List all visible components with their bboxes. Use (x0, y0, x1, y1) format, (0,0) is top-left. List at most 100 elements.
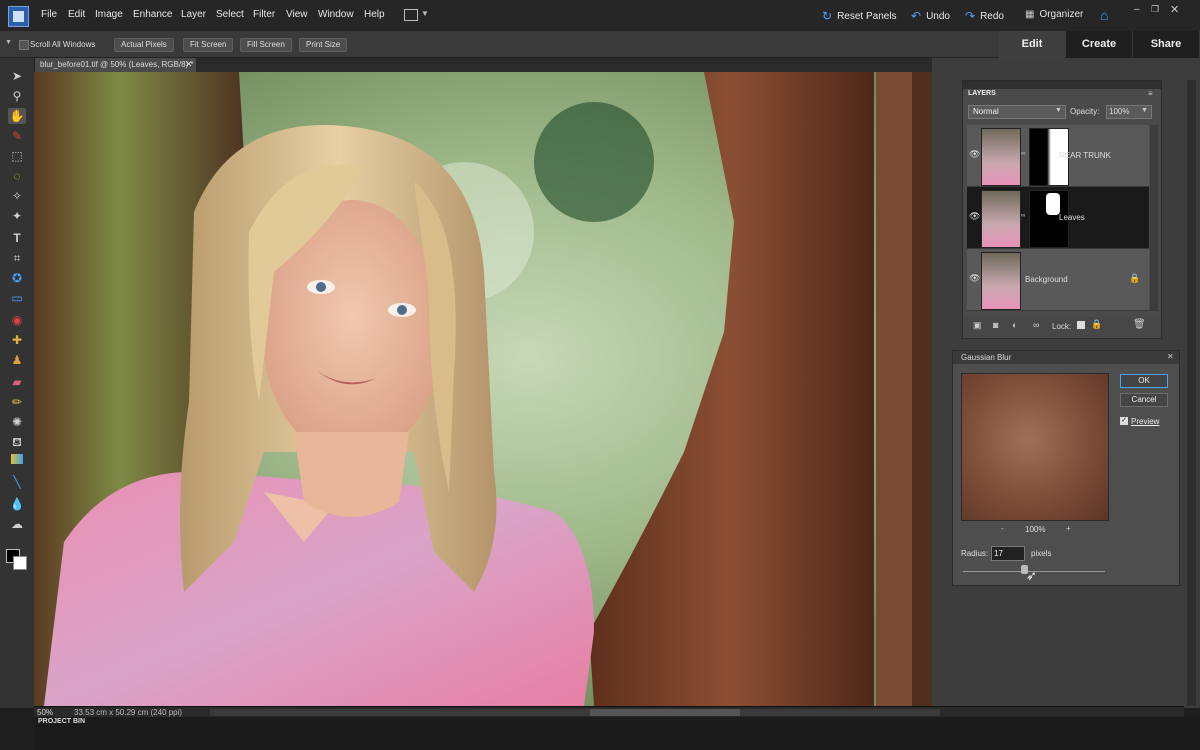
image-canvas[interactable] (34, 72, 932, 706)
fit-screen-button[interactable]: Fit Screen (183, 38, 234, 52)
lock-all-icon[interactable]: 🔒 (1091, 319, 1102, 330)
quick-selection-tool-icon[interactable]: ✦ (8, 208, 26, 224)
layer-row-leaves[interactable]: 👁 ∞ Leaves (967, 187, 1149, 249)
menu-bar: File Edit Image Enhance Layer Select Fil… (0, 0, 1200, 31)
tool-preset-chevron-icon[interactable]: ▼ (5, 39, 12, 46)
menu-filter[interactable]: Filter (253, 9, 275, 20)
menu-help[interactable]: Help (364, 9, 385, 20)
add-mask-icon[interactable]: ◙ (993, 320, 998, 330)
line-tool-icon[interactable]: ╲ (8, 474, 26, 490)
project-bin-label[interactable]: PROJECT BIN (38, 718, 85, 725)
horizontal-scrollbar-thumb[interactable] (590, 709, 740, 716)
scroll-all-windows-checkbox[interactable] (19, 40, 29, 50)
organizer-label: Organizer (1039, 9, 1084, 20)
layers-scrollbar[interactable] (1150, 125, 1158, 311)
sponge-tool-icon[interactable]: ☁ (8, 516, 26, 532)
panel-menu-icon[interactable]: ≡ (1148, 89, 1153, 98)
menu-layer[interactable]: Layer (181, 9, 206, 20)
blend-mode-select[interactable]: Normal ▼ (968, 105, 1066, 119)
menu-view[interactable]: View (286, 9, 308, 20)
redo-icon: ↷ (965, 9, 976, 23)
cookie-cutter-tool-icon[interactable]: ✪ (8, 270, 26, 286)
menu-edit[interactable]: Edit (68, 9, 85, 20)
radius-label: Radius: (961, 549, 989, 558)
lasso-tool-icon[interactable]: ◌ (8, 168, 26, 184)
trash-icon[interactable]: 🗑 (1133, 319, 1146, 330)
magic-wand-tool-icon[interactable]: ✧ (8, 188, 26, 204)
zoom-in-icon[interactable]: + (1066, 524, 1071, 533)
dialog-title: Gaussian Blur (961, 353, 1012, 362)
tab-create[interactable]: Create (1066, 31, 1132, 58)
close-icon[interactable]: ✕ (1167, 352, 1174, 361)
panel-scrollbar[interactable] (1187, 80, 1196, 706)
menu-enhance[interactable]: Enhance (133, 9, 172, 20)
lock-icon: 🔒 (1129, 273, 1141, 283)
gradient-tool-icon[interactable] (11, 454, 23, 464)
hand-tool-icon[interactable]: ✋ (8, 108, 26, 124)
link-layers-icon[interactable]: ∞ (1033, 320, 1039, 330)
tab-edit[interactable]: Edit (999, 31, 1065, 58)
paint-bucket-tool-icon[interactable]: ⛾ (8, 434, 26, 450)
zoom-tool-icon[interactable]: ⚲ (8, 88, 26, 104)
print-size-button[interactable]: Print Size (299, 38, 348, 52)
menu-window[interactable]: Window (318, 9, 354, 20)
horizontal-scrollbar[interactable] (210, 709, 940, 716)
fill-screen-button[interactable]: Fill Screen (240, 38, 292, 52)
document-tab[interactable]: blur_before01.tif @ 50% (Leaves, RGB/8) … (34, 58, 196, 72)
pencil-tool-icon[interactable]: ✏ (8, 394, 26, 410)
layer-thumbnail (981, 190, 1021, 248)
blur-tool-icon[interactable]: 💧 (8, 496, 26, 512)
layer-row-rear-trunk[interactable]: 👁 ∞ REAR TRUNK (967, 125, 1149, 187)
layer-row-background[interactable]: 👁 Background 🔒 (967, 249, 1149, 311)
close-document-icon[interactable]: ✕ (185, 59, 193, 70)
blur-preview[interactable] (961, 373, 1109, 521)
preview-checkbox[interactable]: ✓ (1120, 417, 1128, 425)
marquee-tool-icon[interactable]: ⬚ (8, 148, 26, 164)
visibility-eye-icon[interactable]: 👁 (969, 149, 980, 160)
restore-icon[interactable]: ❐ (1151, 4, 1159, 15)
reset-panels-button[interactable]: ↻ Reset Panels (822, 9, 897, 23)
dialog-titlebar[interactable]: Gaussian Blur ✕ (953, 351, 1179, 364)
preview-zoom: 100% (1025, 525, 1046, 534)
chevron-down-icon: ▼ (1141, 107, 1148, 114)
home-icon[interactable]: ⌂ (1100, 7, 1108, 23)
red-eye-tool-icon[interactable]: ◉ (8, 312, 26, 328)
clone-stamp-tool-icon[interactable]: ♟ (8, 352, 26, 368)
zoom-out-icon[interactable]: - (1001, 524, 1004, 533)
radius-value: 17 (994, 549, 1003, 558)
menu-image[interactable]: Image (95, 9, 123, 20)
cancel-button[interactable]: Cancel (1120, 393, 1168, 407)
crop-tool-icon[interactable]: ⌗ (8, 250, 26, 266)
arrangement-icon[interactable] (404, 9, 418, 21)
radius-input[interactable]: 17 (991, 546, 1025, 561)
organizer-button[interactable]: ▦ Organizer (1025, 9, 1083, 20)
background-color-swatch[interactable] (13, 556, 27, 570)
undo-button[interactable]: ↶ Undo (911, 9, 950, 23)
link-icon: ∞ (1021, 213, 1026, 219)
menu-file[interactable]: File (41, 9, 57, 20)
eyedropper-tool-icon[interactable]: ✎ (8, 128, 26, 144)
redo-button[interactable]: ↷ Redo (965, 9, 1004, 23)
eraser-tool-icon[interactable]: ▰ (8, 374, 26, 390)
move-tool-icon[interactable]: ➤ (8, 68, 26, 84)
layers-panel-titlebar[interactable] (963, 81, 1161, 89)
tab-share[interactable]: Share (1133, 31, 1199, 58)
opacity-field[interactable]: 100% ▼ (1106, 105, 1152, 119)
visibility-eye-icon[interactable]: 👁 (969, 273, 980, 284)
ok-button[interactable]: OK (1120, 374, 1168, 388)
menu-select[interactable]: Select (216, 9, 244, 20)
brush-tool-icon[interactable]: ✺ (8, 414, 26, 430)
lock-transparency-icon[interactable] (1077, 321, 1085, 329)
close-icon[interactable]: ✕ (1170, 3, 1179, 16)
actual-pixels-button[interactable]: Actual Pixels (114, 38, 174, 52)
zoom-level: 50% (37, 708, 54, 717)
straighten-tool-icon[interactable]: ▭ (8, 290, 26, 306)
adjustment-layer-icon[interactable]: ◐ (1012, 320, 1017, 330)
healing-brush-tool-icon[interactable]: ✚ (8, 332, 26, 348)
undo-label: Undo (926, 10, 950, 22)
visibility-eye-icon[interactable]: 👁 (969, 211, 980, 222)
layer-thumbnail (981, 252, 1021, 310)
new-layer-icon[interactable]: ▣ (973, 320, 982, 331)
minimize-icon[interactable]: – (1134, 4, 1140, 15)
type-tool-icon[interactable]: T (8, 230, 26, 246)
